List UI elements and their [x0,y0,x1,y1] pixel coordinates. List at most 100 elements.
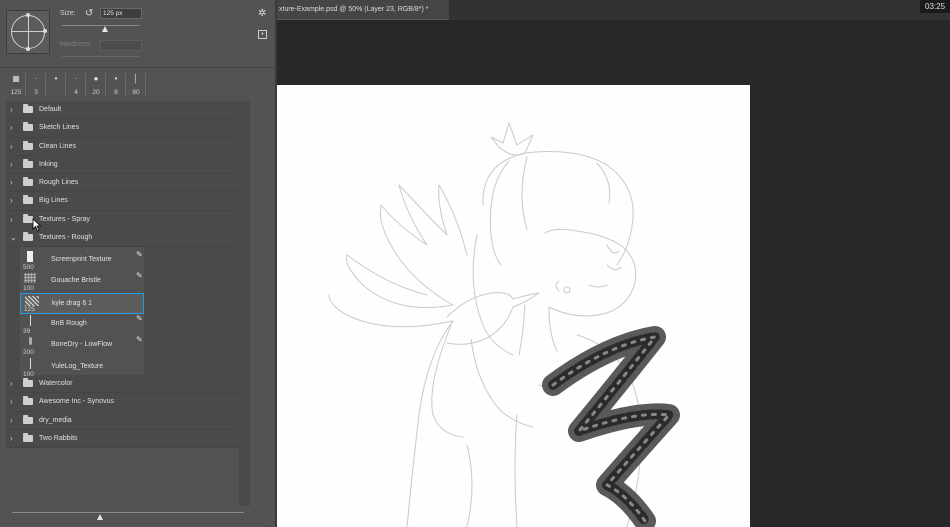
chevron-right-icon[interactable]: › [10,434,20,443]
chevron-right-icon[interactable]: › [10,215,20,224]
brush-stroke-thumbnail [23,357,39,370]
brush-tip-icon: · [34,74,38,83]
folder-icon [23,104,33,114]
folder-label: Watercolor [39,380,73,388]
hardness-input[interactable] [100,40,142,51]
brush-preset-name: Screenprint Texture [51,256,112,263]
chevron-right-icon[interactable]: › [10,196,20,205]
tab-bar [449,0,950,20]
recent-brush[interactable]: ● 20 [86,73,106,96]
recent-brush-size: 3 [34,89,38,96]
preset-folder[interactable]: › Awesome Inc - Synovus [6,393,239,412]
chevron-right-icon[interactable]: › [10,379,20,388]
brush-preset-size: 125 [24,305,35,313]
size-label: Size: [60,10,76,17]
chevron-right-icon[interactable]: › [10,416,20,425]
brush-preset-panel: Size: ↺ 125 px Hardness: ✲ + ▦ 125 · 3 • · 4 ● 2… [0,0,277,527]
brush-tool-icon: ✎ [136,271,143,281]
preset-folder[interactable]: › Rough Lines [6,174,239,193]
brush-preset-name: kyle drag 6 1 [52,299,93,307]
recent-brush-size: 80 [132,89,140,96]
recent-brushes-strip: ▦ 125 · 3 • · 4 ● 20 • 8 │ 80 [6,73,146,96]
folder-icon [23,158,33,168]
folder-label: Default [39,106,62,114]
recent-brush[interactable]: · 4 [66,73,86,96]
scrollbar[interactable] [239,101,250,506]
reset-size-icon[interactable]: ↺ [85,8,93,19]
brush-preset-item[interactable]: 500 Screenprint Texture [20,250,144,271]
recent-brush-size: 8 [114,89,118,96]
recent-brush-size: 125 [10,89,22,96]
recent-brush[interactable]: · 3 [26,73,46,96]
folder-label: Textures - Spray [39,215,90,223]
brush-tip-icon: • [114,74,118,83]
brush-tip-icon: ▦ [12,74,20,83]
line-art-illustration [328,122,680,527]
chevron-right-icon[interactable]: › [10,123,20,132]
brush-preset-tree: › Default › Sketch Lines › Clean Lines › Inking… [6,101,239,448]
folder-icon [23,414,33,424]
preset-folder[interactable]: › dry_media [6,412,239,430]
document-tab[interactable]: xture-Example.psd @ 50% (Layer 23, RGB/8… [277,0,449,20]
new-preset-icon[interactable]: + [258,30,267,39]
gear-icon[interactable]: ✲ [258,8,266,19]
brush-preset-size: 39 [23,327,31,335]
folder-label: Inking [39,160,58,168]
angle-handle[interactable] [26,13,30,17]
resize-grip-icon[interactable]: ⋰ [268,518,274,525]
brush-preset-size: 200 [23,349,34,357]
brush-preset-name: BnB Rough [51,319,87,327]
brush-preset-size: 100 [23,285,34,293]
hardness-slider[interactable] [62,56,140,57]
roundness-handle-bottom[interactable] [26,47,30,51]
chevron-right-icon[interactable]: › [10,105,20,114]
folder-label: Sketch Lines [39,124,80,132]
brush-tip-preview[interactable] [6,10,50,54]
document-canvas[interactable] [277,85,750,527]
brush-stroke-thumbnail [23,272,39,284]
brush-tip-icon: · [74,74,78,83]
recent-brush-size: 20 [92,89,100,96]
folder-icon [23,140,33,150]
recent-brush[interactable]: • [46,73,66,96]
folder-icon [23,122,33,132]
size-slider[interactable] [62,25,140,26]
preview-size-slider-thumb[interactable] [97,514,103,520]
document-tab-title: xture-Example.psd @ 50% (Layer 23, RGB/8… [279,6,429,13]
preview-size-slider[interactable] [12,512,244,513]
hardness-label: Hardness: [60,41,92,48]
preset-folder[interactable]: › Watercolor [6,375,239,394]
brush-preset-item[interactable]: 100 Gouache Bristle [20,271,144,292]
chevron-right-icon[interactable]: › [10,178,20,187]
size-input[interactable]: 125 px [100,8,142,19]
preset-folder[interactable]: › Big Lines [6,192,239,211]
brush-preset-item[interactable]: 125 kyle drag 6 1 [20,292,144,314]
brush-stroke-thumbnail [23,251,39,263]
preset-folder[interactable]: › Clean Lines [6,138,239,156]
folder-icon [23,177,33,187]
chevron-right-icon[interactable]: › [10,397,20,406]
recent-brush[interactable]: │ 80 [126,73,146,96]
brush-preset-size: 500 [23,264,34,271]
brush-preset-item[interactable]: 39 BnB Rough [20,314,144,335]
roundness-handle-right[interactable] [43,29,47,33]
brush-tip-icon: ● [93,74,99,83]
size-slider-thumb[interactable] [102,26,108,32]
folder-label: Textures - Rough [39,233,93,241]
preset-folder[interactable]: › Two Rabbits [6,430,239,448]
brush-tool-icon: ✎ [136,313,143,323]
recent-brush[interactable]: • 8 [106,73,126,96]
preset-folder[interactable]: › Default [6,101,239,120]
brush-preset-item[interactable]: 200 BoneDry - LowFlow [20,335,144,356]
folder-label: Two Rabbits [39,434,78,442]
folder-label: dry_media [39,416,72,424]
preset-folder[interactable]: › Inking [6,156,239,174]
recent-brush[interactable]: ▦ 125 [6,73,26,96]
mouse-cursor-icon [32,218,42,232]
brush-tool-icon: ✎ [136,335,143,345]
chevron-down-icon[interactable]: ⌄ [10,233,20,242]
chevron-right-icon[interactable]: › [10,142,20,151]
preset-folder[interactable]: › Sketch Lines [6,119,239,138]
chevron-right-icon[interactable]: › [10,160,20,169]
recent-brush-size: 4 [74,89,78,96]
